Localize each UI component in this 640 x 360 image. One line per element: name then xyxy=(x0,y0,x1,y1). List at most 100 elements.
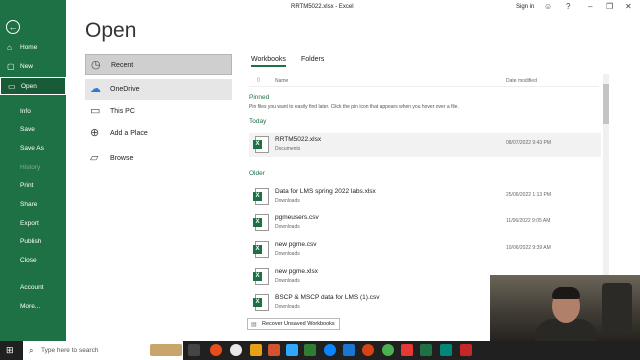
nav-export[interactable]: Export xyxy=(0,215,66,233)
opera-icon[interactable] xyxy=(210,344,222,356)
nav-share[interactable]: Share xyxy=(0,196,66,214)
nav-print-label: Print xyxy=(20,182,34,189)
nav-history-label: History xyxy=(20,164,41,171)
help-icon[interactable]: ? xyxy=(566,2,570,11)
task-view-icon[interactable] xyxy=(188,344,200,356)
scrollbar-thumb[interactable] xyxy=(603,84,609,124)
nav-account-label: Account xyxy=(20,284,44,291)
nav-account[interactable]: Account xyxy=(0,279,66,297)
file-item[interactable]: new pgme.csv Downloads 10/06/2022 9:39 A… xyxy=(249,238,601,262)
search-placeholder: Type here to search xyxy=(41,347,99,354)
location-onedrive[interactable]: ☁ OneDrive xyxy=(85,79,232,100)
location-add-place[interactable]: ⊕ Add a Place xyxy=(85,123,232,144)
file-name: RRTM5022.xlsx xyxy=(275,136,322,143)
app-icon[interactable] xyxy=(362,344,374,356)
sign-in-link[interactable]: Sign in xyxy=(516,4,534,10)
excel-file-icon xyxy=(253,136,269,153)
file-explorer-icon[interactable] xyxy=(250,344,262,356)
close-icon[interactable]: ✕ xyxy=(625,2,632,11)
backstage-nav: ← ⌂ Home ▢ New ▭ Open Info Save Save As His… xyxy=(0,0,66,341)
file-location: Documents xyxy=(275,146,301,152)
app-4-icon[interactable] xyxy=(460,344,472,356)
file-location: Downloads xyxy=(275,304,300,310)
restore-icon[interactable]: ❐ xyxy=(606,2,613,11)
app-2-icon[interactable] xyxy=(401,344,413,356)
excel-file-icon xyxy=(253,214,269,231)
location-onedrive-label: OneDrive xyxy=(110,86,140,93)
nav-info[interactable]: Info xyxy=(0,103,66,121)
nav-save[interactable]: Save xyxy=(0,121,66,139)
excel-file-icon xyxy=(253,241,269,258)
edge-icon[interactable] xyxy=(304,344,316,356)
excel-file-icon xyxy=(253,268,269,285)
column-name[interactable]: Name xyxy=(275,78,288,84)
location-add-place-label: Add a Place xyxy=(110,130,148,137)
section-older: Older xyxy=(249,170,265,177)
windows-start-icon[interactable]: ⊞ xyxy=(6,345,14,356)
globe-icon: ⊕ xyxy=(90,127,100,139)
nav-open-label: Open xyxy=(21,83,37,90)
nav-print[interactable]: Print xyxy=(0,177,66,195)
location-this-pc-label: This PC xyxy=(110,108,135,115)
nav-save-label: Save xyxy=(20,126,35,133)
app-3-icon[interactable] xyxy=(440,344,452,356)
nav-new-label: New xyxy=(20,63,34,70)
file-date: 08/07/2022 9:43 PM xyxy=(506,140,552,146)
cloud-icon: ☁ xyxy=(90,83,101,95)
vscode-icon[interactable] xyxy=(343,344,355,356)
back-arrow-icon[interactable]: ← xyxy=(6,20,20,34)
file-date: 25/06/2022 1:13 PM xyxy=(506,192,552,198)
tab-folders[interactable]: Folders xyxy=(301,56,324,63)
search-icon: ⌕ xyxy=(29,346,34,355)
file-name: Data for LMS spring 2022 labs.xlsx xyxy=(275,188,376,195)
nav-publish[interactable]: Publish xyxy=(0,233,66,251)
powerpoint-icon[interactable] xyxy=(268,344,280,356)
webcam-overlay xyxy=(490,275,640,341)
excel-icon[interactable] xyxy=(420,344,432,356)
recover-unsaved-label: Recover Unsaved Workbooks xyxy=(262,321,335,327)
minimize-icon[interactable]: – xyxy=(588,2,592,11)
browser-icon[interactable] xyxy=(324,344,336,356)
home-icon: ⌂ xyxy=(7,43,12,52)
file-name: pgmeusers.csv xyxy=(275,214,319,221)
location-recent[interactable]: ◷ Recent xyxy=(85,54,232,75)
taskbar: ⊞ ⌕ Type here to search xyxy=(0,341,640,360)
webcam-person-hair xyxy=(552,287,580,299)
nav-history: History xyxy=(0,159,66,177)
location-browse-label: Browse xyxy=(110,155,134,162)
folder-icon: ▱ xyxy=(90,152,99,164)
file-name: BSCP & MSCP data for LMS (1).csv xyxy=(275,294,380,301)
nav-save-as[interactable]: Save As xyxy=(0,140,66,158)
file-name: new pgme.csv xyxy=(275,241,317,248)
photoshop-icon[interactable] xyxy=(286,344,298,356)
recover-unsaved-button[interactable]: ▤ Recover Unsaved Workbooks xyxy=(247,318,340,330)
nav-home[interactable]: ⌂ Home xyxy=(0,39,66,57)
chrome-2-icon[interactable] xyxy=(382,344,394,356)
location-this-pc[interactable]: ▭ This PC xyxy=(85,101,232,122)
file-item[interactable]: pgmeusers.csv Downloads 11/06/2022 9:05 … xyxy=(249,211,601,235)
pinned-note: Pin files you want to easily find later.… xyxy=(249,104,459,110)
taskbar-widget-icon[interactable] xyxy=(150,344,182,356)
tab-workbooks[interactable]: Workbooks xyxy=(251,56,286,67)
file-name: new pgme.xlsx xyxy=(275,268,318,275)
nav-close[interactable]: Close xyxy=(0,252,66,270)
file-date: 10/06/2022 9:39 AM xyxy=(506,245,551,251)
nav-open[interactable]: ▭ Open xyxy=(0,77,66,95)
file-item[interactable]: Data for LMS spring 2022 labs.xlsx Downl… xyxy=(249,185,601,209)
file-location: Downloads xyxy=(275,278,300,284)
column-date[interactable]: Date modified xyxy=(506,78,537,84)
file-location: Downloads xyxy=(275,198,300,204)
section-pinned: Pinned xyxy=(249,94,270,101)
nav-new[interactable]: ▢ New xyxy=(0,58,66,76)
location-browse[interactable]: ▱ Browse xyxy=(85,148,232,169)
nav-more-label: More... xyxy=(20,303,41,310)
file-type-icon: ▯ xyxy=(257,77,260,83)
file-item[interactable]: RRTM5022.xlsx Documents 08/07/2022 9:43 … xyxy=(249,133,601,157)
chrome-icon[interactable] xyxy=(230,344,242,356)
nav-share-label: Share xyxy=(20,201,38,208)
nav-publish-label: Publish xyxy=(20,238,42,245)
nav-more[interactable]: More... xyxy=(0,298,66,316)
webcam-background-object xyxy=(602,283,632,333)
document-icon: ▤ xyxy=(251,322,257,328)
smiley-icon[interactable]: ☺ xyxy=(544,2,552,11)
